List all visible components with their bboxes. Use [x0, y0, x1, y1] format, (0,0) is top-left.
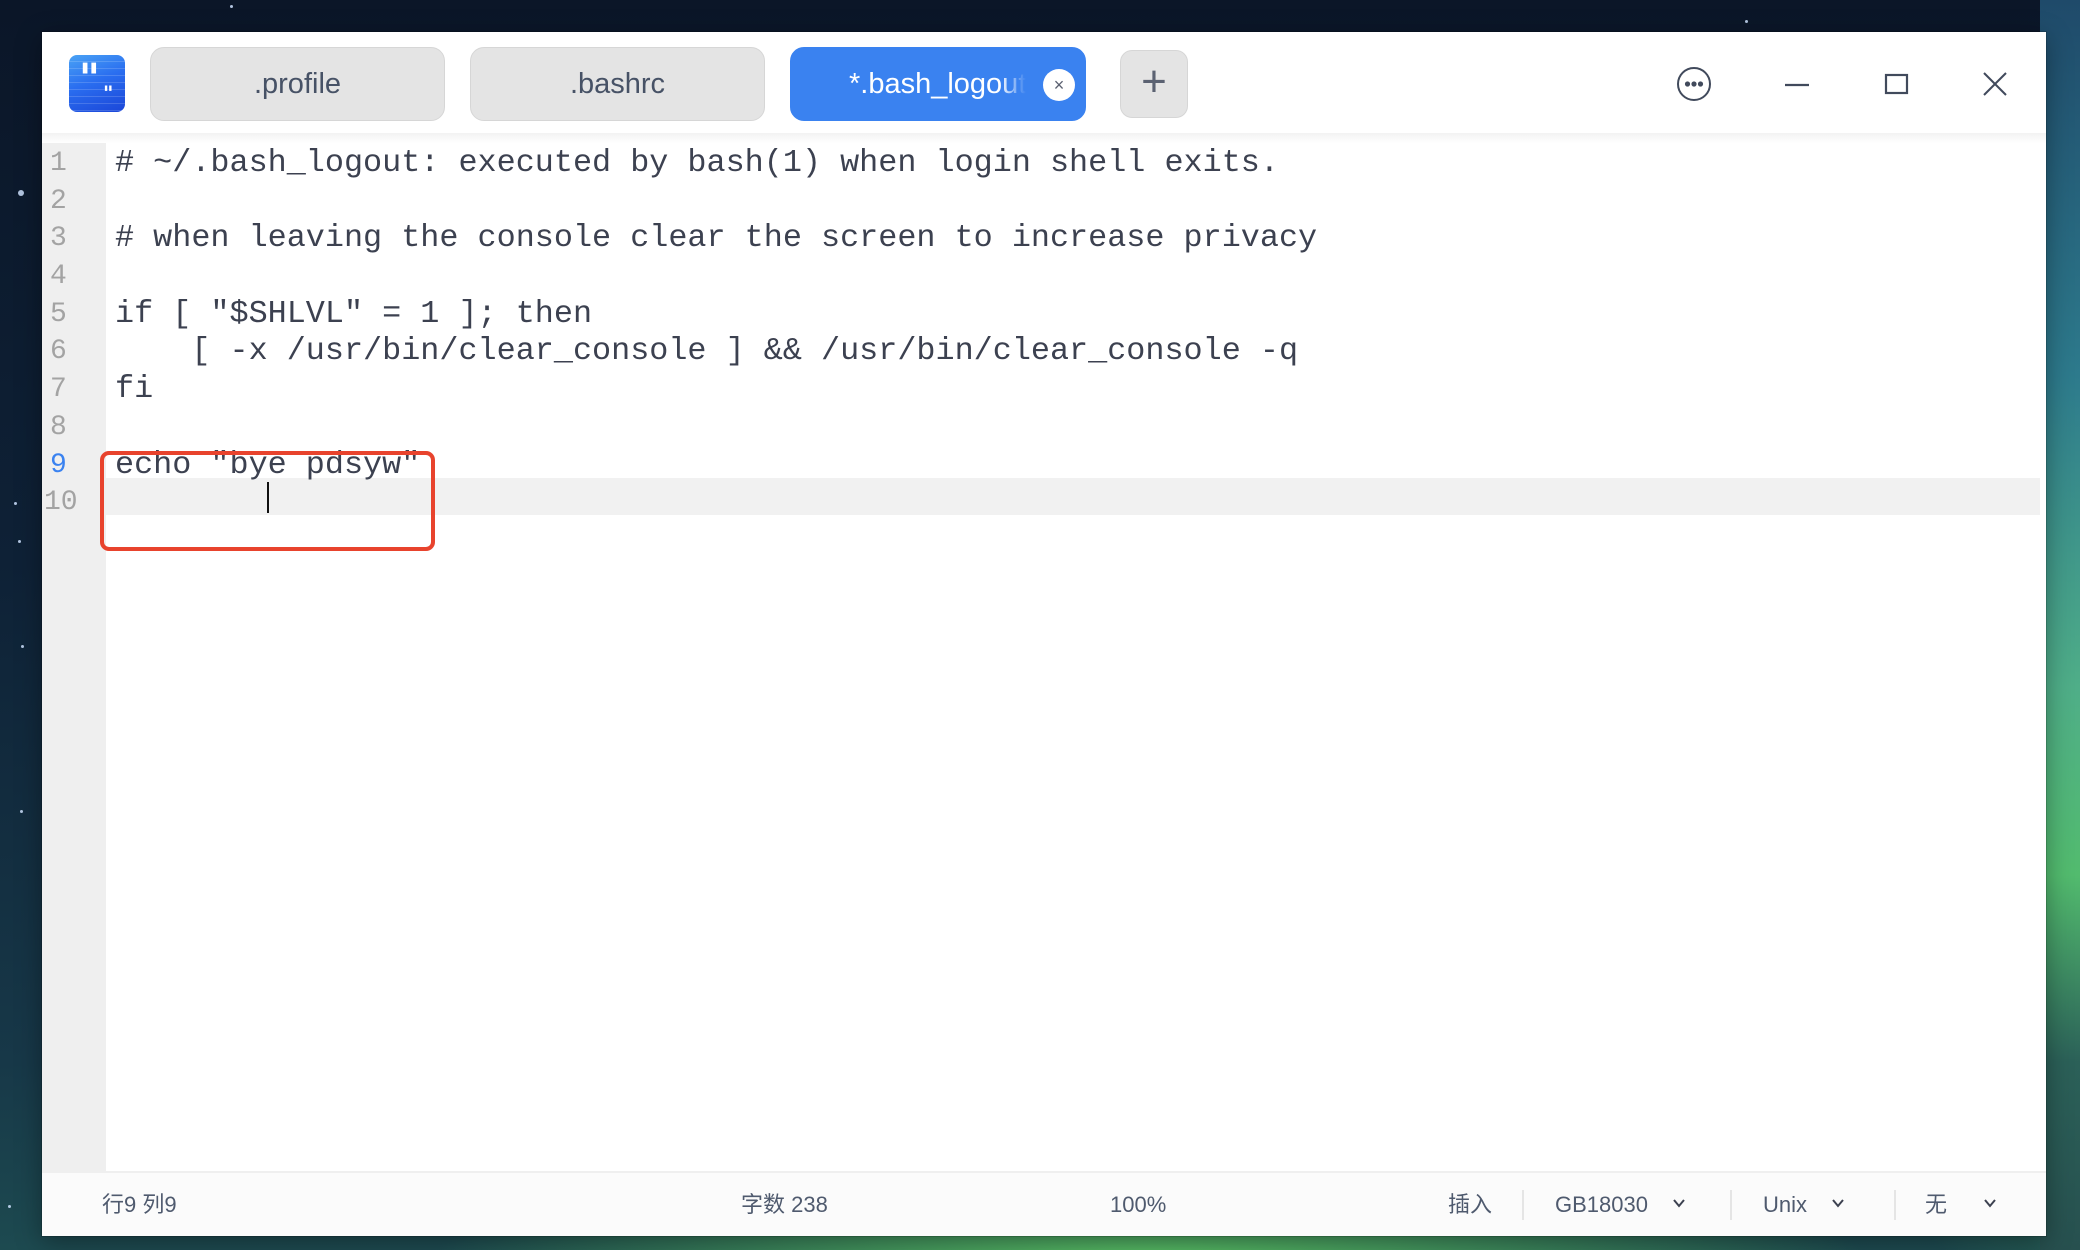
wallpaper-star — [230, 5, 233, 8]
syntax-highlight-value: 无 — [1925, 1192, 1948, 1217]
line-ending-dropdown[interactable]: Unix — [1763, 1173, 1845, 1236]
line-number: 5 — [50, 298, 67, 330]
wallpaper-star — [21, 645, 24, 648]
chevron-down-icon — [1673, 1199, 1685, 1208]
tab-label: .profile — [253, 67, 342, 100]
code-line[interactable]: if [ "$SHLVL" = 1 ]; then — [115, 296, 1317, 334]
divider — [1522, 1190, 1524, 1220]
wallpaper-star — [14, 502, 17, 505]
code-line[interactable] — [115, 183, 1317, 221]
title-bar: " " .profile .bashrc *.bash_logout × + — [42, 32, 2046, 133]
more-options-button[interactable] — [1662, 52, 1726, 116]
tab-bash-logout[interactable]: *.bash_logout × — [790, 47, 1086, 121]
code-line[interactable]: # ~/.bash_logout: executed by bash(1) wh… — [115, 145, 1317, 183]
code-line[interactable] — [115, 409, 1317, 447]
code-line[interactable]: # when leaving the console clear the scr… — [115, 220, 1317, 258]
line-number: 1 — [50, 148, 67, 179]
line-number: 6 — [50, 336, 67, 368]
char-count: 字数 238 — [741, 1192, 828, 1217]
maximize-button[interactable] — [1865, 52, 1929, 116]
close-tab-icon[interactable]: × — [1043, 69, 1075, 101]
tab-profile[interactable]: .profile — [150, 47, 445, 121]
more-options-icon — [1677, 67, 1711, 101]
wallpaper-star — [18, 540, 21, 543]
wallpaper-star — [18, 190, 24, 196]
minimize-button[interactable] — [1765, 52, 1829, 116]
wallpaper-star — [20, 810, 23, 813]
tab-label: .bashrc — [569, 67, 666, 100]
minimize-icon — [1785, 83, 1809, 87]
highlight-annotation-box — [100, 451, 435, 551]
close-icon — [1983, 72, 2007, 96]
line-number: 10 — [44, 487, 78, 519]
code-line[interactable]: fi — [115, 371, 1317, 409]
line-number: 2 — [50, 185, 67, 217]
encoding-dropdown[interactable]: GB18030 — [1555, 1173, 1686, 1236]
divider — [1894, 1190, 1896, 1220]
line-number: 8 — [50, 411, 67, 443]
text-editor-app-icon: " " — [69, 55, 125, 112]
code-line[interactable] — [115, 258, 1317, 296]
syntax-highlight-dropdown[interactable]: 无 — [1925, 1173, 1997, 1236]
zoom-level[interactable]: 100% — [1110, 1173, 1166, 1236]
status-bar: 行9 列9 字数 238 100% 插入 GB18030 Unix 无 — [42, 1171, 2046, 1236]
add-tab-button[interactable]: + — [1120, 50, 1188, 118]
line-ending-value: Unix — [1763, 1192, 1808, 1217]
close-window-button[interactable] — [1963, 52, 2027, 116]
code-line[interactable]: [ -x /usr/bin/clear_console ] && /usr/bi… — [115, 333, 1317, 371]
code-editor[interactable]: 1 2 3 4 5 6 7 8 9 10 # ~/.bash_logout: e… — [42, 133, 2046, 1171]
line-number: 3 — [50, 223, 67, 255]
wallpaper-star — [8, 1205, 11, 1208]
chevron-down-icon — [1832, 1199, 1844, 1208]
line-number: 4 — [50, 261, 67, 293]
line-numbers: 1 2 3 4 5 6 7 8 9 10 — [44, 145, 78, 522]
chevron-down-icon — [1984, 1199, 1996, 1208]
tab-label: *.bash_logout — [849, 67, 1027, 100]
wallpaper-star — [1745, 20, 1748, 23]
insert-mode: 插入 — [1448, 1192, 1493, 1217]
encoding-value: GB18030 — [1555, 1192, 1648, 1217]
maximize-icon — [1884, 73, 1909, 95]
line-number: 7 — [50, 374, 67, 406]
editor-top-shadow — [42, 133, 2046, 143]
tab-bashrc[interactable]: .bashrc — [470, 47, 765, 121]
desktop-wallpaper — [2040, 0, 2080, 1250]
divider — [1730, 1190, 1732, 1220]
current-line-number: 9 — [50, 449, 67, 481]
text-editor-window: " " .profile .bashrc *.bash_logout × + 1… — [42, 32, 2046, 1236]
cursor-position: 行9 列9 — [102, 1192, 177, 1217]
